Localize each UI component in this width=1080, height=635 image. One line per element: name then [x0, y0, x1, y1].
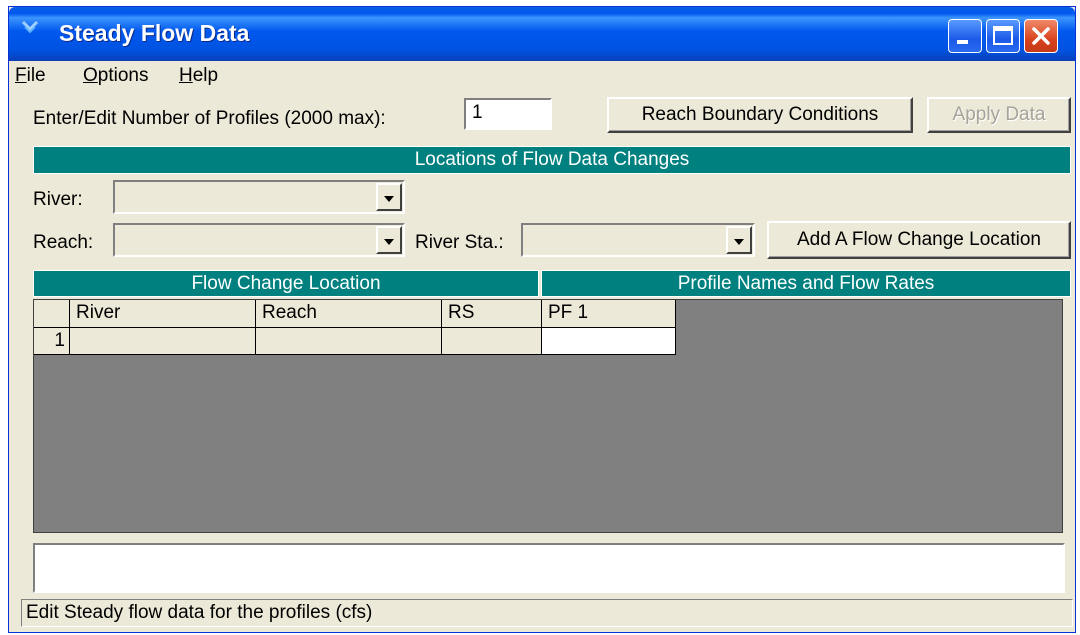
reach-dropdown-button[interactable] [376, 226, 402, 254]
river-select[interactable] [113, 180, 405, 214]
close-button[interactable] [1024, 19, 1058, 53]
title-bar[interactable]: Steady Flow Data [9, 7, 1075, 61]
river-dropdown-button[interactable] [376, 183, 402, 211]
profiles-label: Enter/Edit Number of Profiles (2000 max)… [33, 108, 386, 129]
profile-names-header: Profile Names and Flow Rates [541, 270, 1071, 297]
message-box[interactable] [33, 543, 1065, 593]
chevron-down-icon [378, 195, 400, 216]
river-label: River: [33, 189, 83, 210]
flow-change-location-header: Flow Change Location [33, 270, 539, 297]
chevron-down-icon [378, 238, 400, 259]
minimize-button[interactable] [948, 19, 982, 53]
table-cell-river[interactable] [70, 328, 256, 355]
app-icon[interactable] [21, 19, 39, 37]
add-flow-change-location-button[interactable]: Add A Flow Change Location [767, 221, 1071, 259]
column-header-river[interactable]: River [70, 300, 256, 328]
table-cell-reach[interactable] [256, 328, 442, 355]
reach-select[interactable] [113, 223, 405, 257]
window-title: Steady Flow Data [59, 20, 250, 46]
profiles-count-input[interactable]: 1 [464, 98, 552, 130]
apply-data-button[interactable]: Apply Data [927, 97, 1071, 133]
river-station-dropdown-button[interactable] [726, 226, 752, 254]
status-bar: Edit Steady flow data for the profiles (… [21, 599, 1073, 627]
column-header-reach[interactable]: Reach [256, 300, 442, 328]
table-cell-rs[interactable] [442, 328, 542, 355]
table-cell-pf1[interactable] [542, 328, 676, 355]
locations-header: Locations of Flow Data Changes [33, 146, 1071, 174]
maximize-button[interactable] [986, 19, 1020, 53]
steady-flow-window: Steady Flow Data File Options Help Enter… [8, 6, 1076, 633]
river-station-select[interactable] [521, 223, 755, 257]
reach-label: Reach: [33, 232, 94, 253]
reach-boundary-conditions-button[interactable]: Reach Boundary Conditions [607, 97, 913, 133]
flow-data-grid[interactable]: River Reach RS PF 1 1 [33, 299, 1063, 533]
menu-options[interactable]: Options [83, 65, 148, 87]
column-header-pf1[interactable]: PF 1 [542, 300, 676, 328]
chevron-down-icon [728, 238, 750, 259]
menu-file[interactable]: File [15, 65, 46, 87]
menu-help[interactable]: Help [179, 65, 218, 87]
row-header[interactable]: 1 [34, 328, 70, 355]
river-station-label: River Sta.: [415, 232, 504, 253]
menu-bar: File Options Help [9, 61, 1075, 91]
grid-corner [34, 300, 70, 328]
column-header-rs[interactable]: RS [442, 300, 542, 328]
